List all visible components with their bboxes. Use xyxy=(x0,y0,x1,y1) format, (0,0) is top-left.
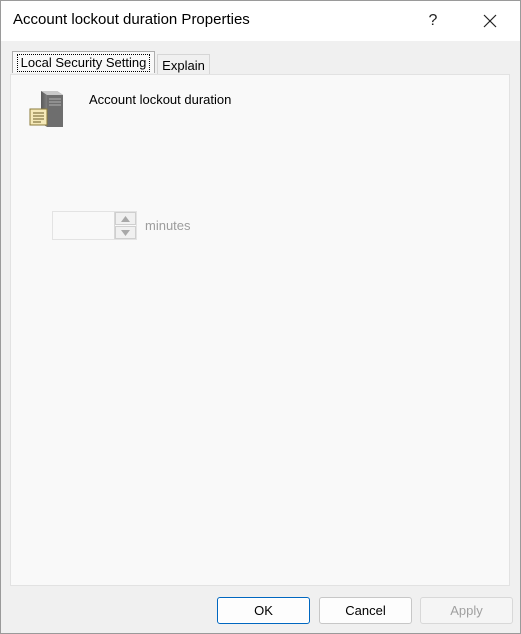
close-icon xyxy=(483,14,497,28)
unit-label: minutes xyxy=(145,218,191,233)
close-button[interactable] xyxy=(468,5,512,37)
properties-dialog: Account lockout duration Properties ? Lo… xyxy=(0,0,521,634)
tab-explain[interactable]: Explain xyxy=(157,54,210,75)
dialog-title: Account lockout duration Properties xyxy=(13,11,250,28)
duration-input[interactable] xyxy=(53,212,113,239)
spin-down-button[interactable] xyxy=(115,226,136,239)
duration-spinbox[interactable] xyxy=(52,211,137,240)
tab-panel: Account lockout duration minutes xyxy=(10,74,510,586)
tab-local-security-setting[interactable]: Local Security Setting xyxy=(12,51,155,73)
chevron-up-icon xyxy=(121,215,130,222)
help-icon: ? xyxy=(428,12,438,29)
tab-label: Explain xyxy=(162,57,205,73)
ok-button[interactable]: OK xyxy=(217,597,310,624)
help-button[interactable]: ? xyxy=(411,5,455,37)
server-policy-icon xyxy=(29,91,63,127)
spin-up-button[interactable] xyxy=(115,212,136,225)
spin-buttons xyxy=(114,212,136,239)
title-bar[interactable]: Account lockout duration Properties ? xyxy=(1,1,520,41)
cancel-button[interactable]: Cancel xyxy=(319,597,412,624)
chevron-down-icon xyxy=(121,229,130,236)
policy-name: Account lockout duration xyxy=(89,92,232,107)
tab-label: Local Security Setting xyxy=(16,53,151,72)
apply-button[interactable]: Apply xyxy=(420,597,513,624)
